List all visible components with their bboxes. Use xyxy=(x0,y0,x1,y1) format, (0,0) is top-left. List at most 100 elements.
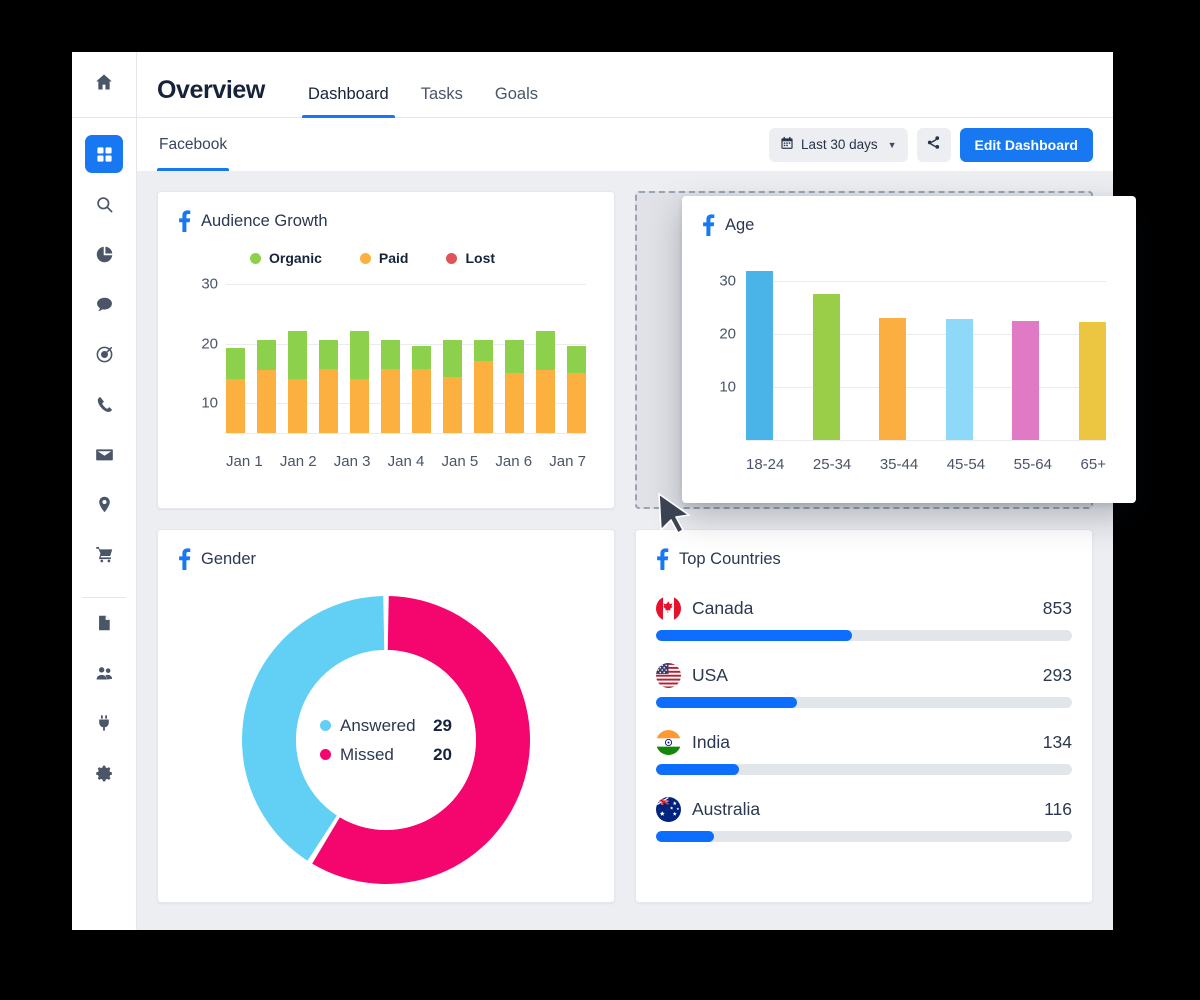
page-header: Overview Dashboard Tasks Goals xyxy=(137,52,1113,118)
date-range-selector[interactable]: Last 30 days ▼ xyxy=(769,127,908,162)
bar xyxy=(474,340,493,433)
sidebar-item-document-icon[interactable] xyxy=(85,604,123,642)
tab-facebook[interactable]: Facebook xyxy=(157,118,230,171)
audience-growth-plot: 10 20 30 Jan 1 Jan 2 Jan 3 Jan 4 Jan 5 Jan 6 Jan… xyxy=(178,275,594,470)
bar-segment-paid xyxy=(226,379,245,433)
tab-goals[interactable]: Goals xyxy=(479,85,554,117)
y-tick-label: 20 xyxy=(719,325,736,343)
widget-header: Audience Growth xyxy=(178,210,594,232)
bar-segment-paid xyxy=(443,376,462,433)
bar xyxy=(945,319,973,440)
country-row[interactable]: Canada 853 xyxy=(656,596,1072,641)
bar-segment-paid xyxy=(257,369,276,433)
widget-gender[interactable]: Gender Answered 29 Missed 20 xyxy=(157,529,615,903)
bar-segment-organic xyxy=(474,340,493,362)
legend-label-answered: Answered xyxy=(340,715,416,735)
edit-dashboard-button[interactable]: Edit Dashboard xyxy=(959,127,1093,162)
bar-segment-organic xyxy=(226,348,245,380)
y-tick-label: 30 xyxy=(719,272,736,290)
donut-chart-area: Answered 29 Missed 20 xyxy=(158,586,614,894)
sidebar-item-search-icon[interactable] xyxy=(85,185,123,223)
sidebar xyxy=(72,52,137,930)
bar xyxy=(443,340,462,433)
sidebar-item-shopping-cart-icon[interactable] xyxy=(85,535,123,573)
sidebar-item-location-pin-icon[interactable] xyxy=(85,485,123,523)
legend-dot-answered xyxy=(320,720,331,731)
bar xyxy=(505,340,524,433)
gear-icon xyxy=(95,764,114,783)
widget-age-floating[interactable]: Age 10 20 30 18-24 25-34 35-44 45-54 55-64 65+ xyxy=(682,196,1136,503)
share-button[interactable] xyxy=(916,127,951,162)
legend-item-missed: Missed 20 xyxy=(320,745,452,765)
tab-tasks[interactable]: Tasks xyxy=(405,85,479,117)
sidebar-item-chat-bubble-icon[interactable] xyxy=(85,285,123,323)
y-tick-label: 10 xyxy=(201,394,218,412)
gridline-baseline xyxy=(746,440,1106,441)
facebook-icon xyxy=(702,214,715,236)
progress-track xyxy=(656,831,1072,842)
x-tick-label: 25-34 xyxy=(812,456,852,473)
x-tick-label: Jan 2 xyxy=(279,453,317,470)
bar xyxy=(412,345,431,433)
bar-series xyxy=(746,260,1106,440)
bar-segment-organic xyxy=(381,340,400,370)
grid-icon xyxy=(96,146,113,163)
widget-top-countries[interactable]: Top Countries Canada 853 USA 293 India 134 Aus… xyxy=(635,529,1093,903)
sidebar-item-users-icon[interactable] xyxy=(85,654,123,692)
flag-australia-icon xyxy=(656,797,681,822)
bar-segment-organic xyxy=(567,345,586,373)
gridline-baseline xyxy=(226,433,586,434)
bar-segment-paid xyxy=(412,369,431,433)
country-row[interactable]: USA 293 xyxy=(656,663,1072,708)
bar xyxy=(536,331,555,433)
tab-dashboard[interactable]: Dashboard xyxy=(292,85,405,118)
flag-india-icon xyxy=(656,730,681,755)
widget-title: Top Countries xyxy=(679,549,781,568)
bar xyxy=(746,270,773,440)
facebook-icon xyxy=(178,548,191,570)
country-row[interactable]: Australia 116 xyxy=(656,797,1072,842)
bar-segment-paid xyxy=(536,369,555,433)
country-name: India xyxy=(692,732,730,752)
chart-legend: Organic Paid Lost xyxy=(250,250,594,266)
sidebar-item-gear-icon[interactable] xyxy=(85,754,123,792)
y-axis: 10 20 30 xyxy=(702,260,736,440)
location-pin-icon xyxy=(95,495,114,514)
legend-item-lost: Lost xyxy=(446,250,495,266)
target-icon xyxy=(95,345,114,364)
sidebar-item-plug-icon[interactable] xyxy=(85,704,123,742)
bar xyxy=(319,340,338,433)
country-header: India 134 xyxy=(656,730,1072,755)
x-tick-label: Jan 6 xyxy=(495,453,533,470)
age-plot: 10 20 30 18-24 25-34 35-44 45-54 55-64 65+ xyxy=(702,260,1116,490)
bar-segment-paid xyxy=(381,369,400,433)
sub-header: Facebook Last 30 days ▼ Edit Dashboard xyxy=(137,118,1113,171)
sidebar-item-grid-icon[interactable] xyxy=(85,135,123,173)
legend-label-organic: Organic xyxy=(269,250,322,266)
share-icon xyxy=(926,135,941,155)
country-header: USA 293 xyxy=(656,663,1072,688)
sidebar-item-envelope-icon[interactable] xyxy=(85,435,123,473)
widget-audience-growth[interactable]: Audience Growth Organic Paid Lost 10 20 … xyxy=(157,191,615,509)
sidebar-item-phone-icon[interactable] xyxy=(85,385,123,423)
widget-title: Audience Growth xyxy=(201,211,328,230)
users-icon xyxy=(95,664,114,683)
bar-segment-paid xyxy=(567,372,586,433)
sidebar-item-pie-chart-icon[interactable] xyxy=(85,235,123,273)
x-tick-label: Jan 3 xyxy=(333,453,371,470)
x-tick-label: Jan 5 xyxy=(441,453,479,470)
x-tick-label: Jan 4 xyxy=(387,453,425,470)
chevron-down-icon: ▼ xyxy=(887,139,897,150)
bar-segment-organic xyxy=(443,340,462,377)
country-row[interactable]: India 134 xyxy=(656,730,1072,775)
country-name: Canada xyxy=(692,598,754,618)
progress-fill xyxy=(656,697,798,708)
donut-center-legend: Answered 29 Missed 20 xyxy=(296,650,476,830)
progress-fill xyxy=(656,630,852,641)
sidebar-item-home[interactable] xyxy=(72,52,136,118)
sidebar-item-target-icon[interactable] xyxy=(85,335,123,373)
bar-segment-organic xyxy=(350,331,369,379)
country-header: Canada 853 xyxy=(656,596,1072,621)
sub-header-actions: Last 30 days ▼ Edit Dashboard xyxy=(769,127,1093,162)
bar-segment-paid xyxy=(505,372,524,433)
